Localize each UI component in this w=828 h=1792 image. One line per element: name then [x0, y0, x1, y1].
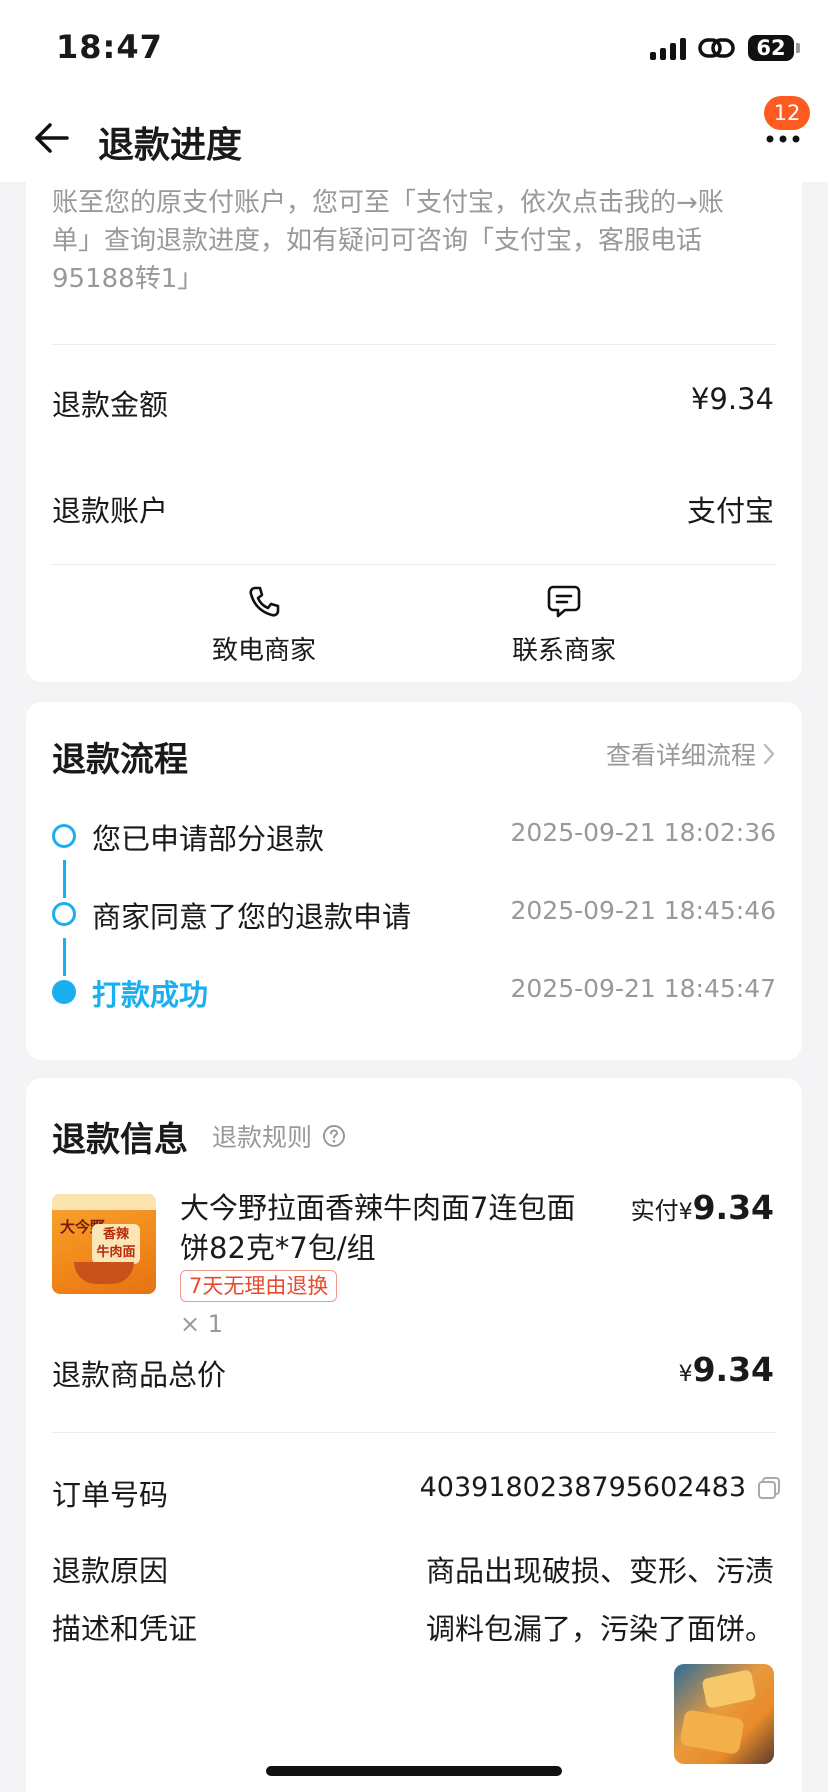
page-title: 退款进度 — [98, 125, 243, 166]
total-amount: 9.34 — [692, 1350, 774, 1389]
currency-symbol: ¥ — [678, 1362, 693, 1387]
timeline-step: 商家同意了您的退款申请 2025-09-21 18:45:46 — [52, 894, 776, 934]
back-button[interactable] — [28, 114, 76, 162]
refund-process-card: 退款流程 查看详细流程 您已申请部分退款 2025-09-21 18:02:36… — [26, 702, 802, 1060]
product-quantity: × 1 — [180, 1310, 224, 1338]
return-policy-tag: 7天无理由退换 — [180, 1270, 338, 1302]
contact-merchant-button[interactable]: 联系商家 — [484, 582, 644, 667]
signal-icon — [650, 36, 686, 60]
timeline-step-time: 2025-09-21 18:45:46 — [510, 896, 776, 925]
refund-account-value: 支付宝 — [686, 494, 774, 528]
timeline-dot-active — [52, 980, 76, 1004]
back-arrow-icon — [35, 123, 69, 153]
home-indicator — [266, 1766, 562, 1776]
paid-prefix: 实付 — [630, 1197, 679, 1225]
refund-reason-label: 退款原因 — [52, 1554, 169, 1588]
refund-info-title: 退款信息 — [52, 1120, 188, 1160]
copy-icon[interactable] — [756, 1475, 782, 1501]
evidence-photo[interactable] — [674, 1664, 774, 1764]
order-number-value: 4039180238795602483 — [419, 1472, 746, 1503]
chat-icon — [547, 585, 581, 618]
description-value: 调料包漏了，污染了面饼。 — [425, 1612, 774, 1646]
call-merchant-button[interactable]: 致电商家 — [184, 582, 344, 667]
refund-info-card: 退款信息 退款规则 大今野 香辣 牛肉面 大今野拉面香辣牛肉面7连包面饼82克*7… — [26, 1078, 802, 1792]
divider — [52, 564, 776, 565]
product-paid-price: 实付 ¥ 9.34 — [631, 1188, 774, 1227]
refund-rules-label: 退款规则 — [212, 1123, 313, 1152]
notification-badge: 12 — [764, 96, 810, 130]
timeline-step: 您已申请部分退款 2025-09-21 18:02:36 — [52, 816, 776, 856]
product-name[interactable]: 大今野拉面香辣牛肉面7连包面饼82克*7包/组 — [180, 1188, 600, 1268]
refund-summary-card: 账至您的原支付账户，您可至「支付宝，依次点击我的→账单」查询退款进度，如有疑问可… — [26, 182, 802, 682]
refund-reason-value: 商品出现破损、变形、污渍 — [425, 1554, 774, 1588]
timeline-step-time: 2025-09-21 18:02:36 — [510, 818, 776, 847]
view-detail-process-link[interactable]: 查看详细流程 — [606, 736, 776, 772]
timeline-connector — [63, 860, 66, 898]
product-thumbnail[interactable]: 大今野 香辣 牛肉面 — [52, 1194, 156, 1294]
refund-rules-link[interactable]: 退款规则 — [212, 1118, 346, 1154]
contact-merchant-label: 联系商家 — [511, 636, 616, 666]
order-number: 4039180238795602483 — [420, 1472, 782, 1503]
battery-icon: 62 — [748, 35, 800, 61]
refund-notice-text: 账至您的原支付账户，您可至「支付宝，依次点击我的→账单」查询退款进度，如有疑问可… — [52, 188, 724, 294]
status-icons: 62 — [650, 34, 800, 62]
help-circle-icon — [323, 1125, 346, 1147]
total-price-value: ¥ 9.34 — [679, 1350, 774, 1389]
status-bar: 18:47 62 — [0, 0, 828, 96]
timeline-dot — [52, 902, 76, 926]
timeline-step: 打款成功 2025-09-21 18:45:47 — [52, 972, 776, 1012]
refund-account-label: 退款账户 — [52, 494, 169, 528]
call-merchant-label: 致电商家 — [211, 636, 316, 666]
total-price-label: 退款商品总价 — [52, 1358, 227, 1392]
currency-symbol: ¥ — [678, 1200, 693, 1225]
description-label: 描述和凭证 — [52, 1612, 198, 1646]
divider — [52, 1432, 776, 1433]
nav-header: 退款进度 12 — [0, 96, 828, 182]
phone-icon — [249, 586, 280, 617]
timeline-step-label: 商家同意了您的退款申请 — [92, 900, 412, 934]
order-number-label: 订单号码 — [52, 1478, 169, 1512]
refund-amount-value: ¥9.34 — [690, 382, 774, 416]
refund-amount-label: 退款金额 — [52, 388, 169, 422]
divider — [52, 344, 776, 345]
view-detail-process-label: 查看详细流程 — [605, 741, 756, 770]
chevron-right-icon — [763, 743, 775, 765]
status-time: 18:47 — [56, 28, 163, 66]
link-icon — [698, 38, 735, 58]
process-title: 退款流程 — [52, 740, 188, 780]
timeline-step-label: 打款成功 — [92, 978, 209, 1012]
paid-amount: 9.34 — [692, 1188, 774, 1227]
timeline-step-time: 2025-09-21 18:45:47 — [510, 974, 776, 1003]
timeline-step-label: 您已申请部分退款 — [92, 822, 325, 856]
timeline-dot — [52, 824, 76, 848]
more-dots-icon — [766, 135, 800, 143]
timeline-connector — [63, 938, 66, 976]
